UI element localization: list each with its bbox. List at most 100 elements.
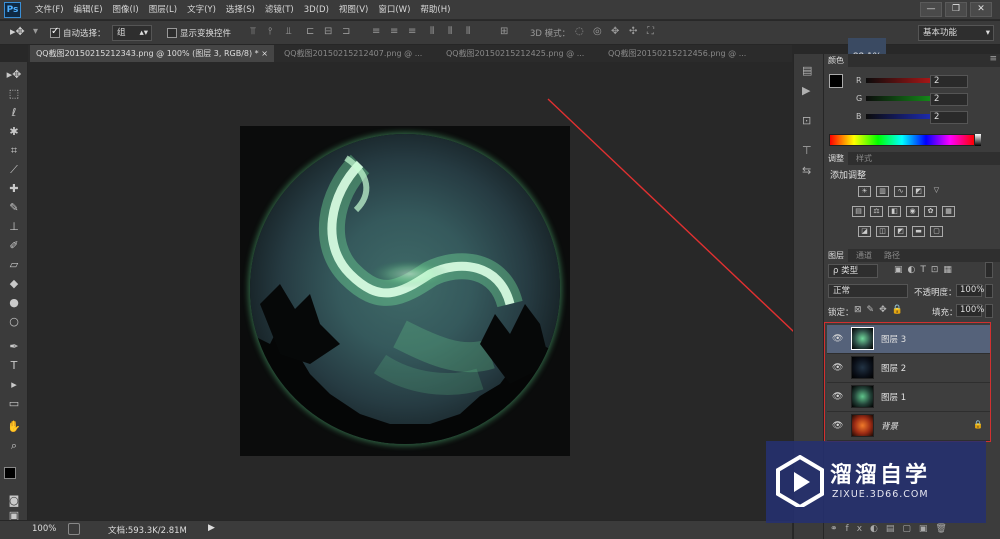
color-spectrum-bar[interactable] bbox=[829, 134, 975, 146]
layer-row-2[interactable]: 👁 图层 2 bbox=[827, 354, 990, 383]
layer-name[interactable]: 图层 2 bbox=[881, 362, 906, 374]
restore-button[interactable]: ❐ bbox=[945, 2, 967, 17]
menu-image[interactable]: 图像(I) bbox=[108, 0, 144, 20]
g-value-field[interactable]: 2 bbox=[930, 93, 968, 106]
align-vcenter-icon[interactable]: ⫯ bbox=[268, 26, 272, 37]
levels-icon[interactable]: ▥ bbox=[876, 186, 889, 197]
color-lookup-icon[interactable]: ▦ bbox=[942, 206, 955, 217]
align-bottom-icon[interactable]: ⫫ bbox=[286, 26, 292, 37]
layer-name[interactable]: 图层 1 bbox=[881, 391, 906, 403]
3d-pan-icon[interactable]: ✥ bbox=[611, 26, 619, 37]
layer-row-1[interactable]: 👁 图层 1 bbox=[827, 383, 990, 412]
hue-saturation-icon[interactable]: ▤ bbox=[852, 206, 865, 217]
tab-color[interactable]: 颜色 bbox=[824, 54, 848, 67]
opacity-slider-button[interactable] bbox=[985, 284, 993, 298]
tab-channels[interactable]: 通道 bbox=[852, 249, 876, 262]
auto-select-checkbox[interactable]: ✓ bbox=[50, 26, 60, 38]
distribute-left-icon[interactable]: ⫴ bbox=[430, 26, 434, 37]
menu-file[interactable]: 文件(F) bbox=[30, 0, 69, 20]
invert-icon[interactable]: ◪ bbox=[858, 226, 871, 237]
actions-play-icon[interactable]: ▶ bbox=[802, 84, 810, 97]
zoom-tool-icon[interactable]: ⌕ bbox=[5, 437, 23, 454]
rectangle-tool-icon[interactable]: ▭ bbox=[5, 395, 23, 412]
tab-adjustments[interactable]: 调整 bbox=[824, 152, 848, 165]
visibility-eye-icon[interactable]: 👁 bbox=[832, 363, 843, 373]
3d-roll-icon[interactable]: ◎ bbox=[593, 26, 602, 37]
fill-slider-button[interactable] bbox=[985, 304, 993, 318]
visibility-eye-icon[interactable]: 👁 bbox=[832, 421, 843, 431]
layer-row-background[interactable]: 👁 背景 🔒 bbox=[827, 412, 990, 441]
distribute-bottom-icon[interactable]: ≡ bbox=[408, 26, 416, 37]
3d-slide-icon[interactable]: ✣ bbox=[629, 26, 637, 37]
curves-icon[interactable]: ∿ bbox=[894, 186, 907, 197]
align-top-icon[interactable]: ⫪ bbox=[250, 26, 256, 37]
tab-document-2[interactable]: QQ截图20150215212407.png @ ... bbox=[278, 45, 438, 62]
properties-panel-icon[interactable]: ⊡ bbox=[802, 114, 811, 127]
brightness-contrast-icon[interactable]: ☀ bbox=[858, 186, 871, 197]
close-button[interactable]: ✕ bbox=[970, 2, 992, 17]
tab-document-1[interactable]: QQ截图20150215212343.png @ 100% (图层 3, RGB… bbox=[30, 45, 274, 62]
lasso-tool-icon[interactable]: ℓ bbox=[5, 104, 23, 121]
auto-align-icon[interactable]: ⊞ bbox=[500, 26, 508, 37]
distribute-right-icon[interactable]: ⫴ bbox=[466, 26, 470, 37]
status-share-icon[interactable] bbox=[68, 523, 80, 535]
color-balance-icon[interactable]: ⚖ bbox=[870, 206, 883, 217]
lock-icons[interactable]: ⊠✎✥🔒 bbox=[854, 305, 908, 315]
layer-filter-icons[interactable]: ▣◐T⊡▦ bbox=[894, 265, 957, 275]
opacity-field[interactable]: 100% bbox=[956, 284, 984, 297]
move-tool-icon[interactable]: ▸✥ bbox=[10, 25, 25, 38]
path-select-icon[interactable]: ▸ bbox=[5, 376, 23, 393]
layer-row-3[interactable]: 👁 图层 3 bbox=[827, 325, 990, 354]
paint-bucket-icon[interactable]: ◆ bbox=[5, 275, 23, 292]
tab-paths[interactable]: 路径 bbox=[880, 249, 904, 262]
clone-source-icon[interactable]: ⇆ bbox=[802, 164, 811, 177]
r-value-field[interactable]: 2 bbox=[930, 75, 968, 88]
type-tool-icon[interactable]: T bbox=[5, 357, 23, 374]
history-brush-icon[interactable]: ✐ bbox=[5, 237, 23, 254]
selective-color-icon[interactable]: ▢ bbox=[930, 226, 943, 237]
status-menu-arrow-icon[interactable]: ▶ bbox=[208, 523, 215, 533]
quick-mask-icon[interactable]: ◙ bbox=[5, 492, 23, 509]
layer-name[interactable]: 背景 bbox=[881, 420, 898, 432]
align-left-icon[interactable]: ⊏ bbox=[306, 26, 314, 37]
menu-filter[interactable]: 滤镜(T) bbox=[260, 0, 299, 20]
fill-field[interactable]: 100% bbox=[956, 304, 984, 317]
gradient-map-icon[interactable]: ▬ bbox=[912, 226, 925, 237]
grayscale-ramp[interactable] bbox=[975, 134, 981, 146]
photo-filter-icon[interactable]: ◉ bbox=[906, 206, 919, 217]
dropdown-arrow-icon[interactable]: ▾ bbox=[33, 26, 38, 37]
3d-rotate-icon[interactable]: ◌ bbox=[575, 26, 584, 37]
channel-mixer-icon[interactable]: ✿ bbox=[924, 206, 937, 217]
crop-tool-icon[interactable]: ⌗ bbox=[5, 142, 23, 159]
clone-stamp-icon[interactable]: ⊥ bbox=[5, 218, 23, 235]
menu-help[interactable]: 帮助(H) bbox=[415, 0, 455, 20]
posterize-icon[interactable]: ◫ bbox=[876, 226, 889, 237]
magic-wand-icon[interactable]: ✱ bbox=[5, 123, 23, 140]
threshold-icon[interactable]: ◩ bbox=[894, 226, 907, 237]
panel-menu-icon[interactable]: ≡ bbox=[989, 54, 997, 64]
eyedropper-tool-icon[interactable]: ⟋ bbox=[5, 161, 23, 178]
hand-tool-icon[interactable]: ✋ bbox=[5, 418, 23, 435]
menu-window[interactable]: 窗口(W) bbox=[373, 0, 415, 20]
history-panel-icon[interactable]: ▤ bbox=[802, 64, 812, 77]
exposure-icon[interactable]: ◩ bbox=[912, 186, 925, 197]
distribute-vcenter-icon[interactable]: ≡ bbox=[390, 26, 398, 37]
tab-layers[interactable]: 图层 bbox=[824, 249, 848, 262]
visibility-eye-icon[interactable]: 👁 bbox=[832, 334, 843, 344]
color-foreground-swatch[interactable] bbox=[829, 74, 843, 88]
minimize-button[interactable]: — bbox=[920, 2, 942, 17]
blend-mode-dropdown[interactable]: 正常 bbox=[828, 284, 908, 298]
layer-filter-dropdown[interactable]: ρ 类型 bbox=[828, 264, 878, 278]
workspace-dropdown[interactable]: 基本功能 ▾ bbox=[918, 25, 994, 41]
layer-name[interactable]: 图层 3 bbox=[881, 333, 906, 345]
filter-toggle[interactable] bbox=[985, 262, 993, 278]
align-right-icon[interactable]: ⊐ bbox=[342, 26, 350, 37]
zoom-level[interactable]: 100% bbox=[32, 524, 56, 534]
distribute-hcenter-icon[interactable]: ⫴ bbox=[448, 26, 452, 37]
move-tool-icon[interactable]: ▸✥ bbox=[5, 66, 23, 83]
blur-tool-icon[interactable]: ● bbox=[5, 294, 23, 311]
layers-bottom-icons[interactable]: ⚭fx◐▤▢▣🗑 bbox=[830, 524, 955, 534]
tab-document-3[interactable]: QQ截图20150215212425.png @ ... bbox=[440, 45, 600, 62]
menu-edit[interactable]: 编辑(E) bbox=[69, 0, 108, 20]
menu-select[interactable]: 选择(S) bbox=[221, 0, 260, 20]
